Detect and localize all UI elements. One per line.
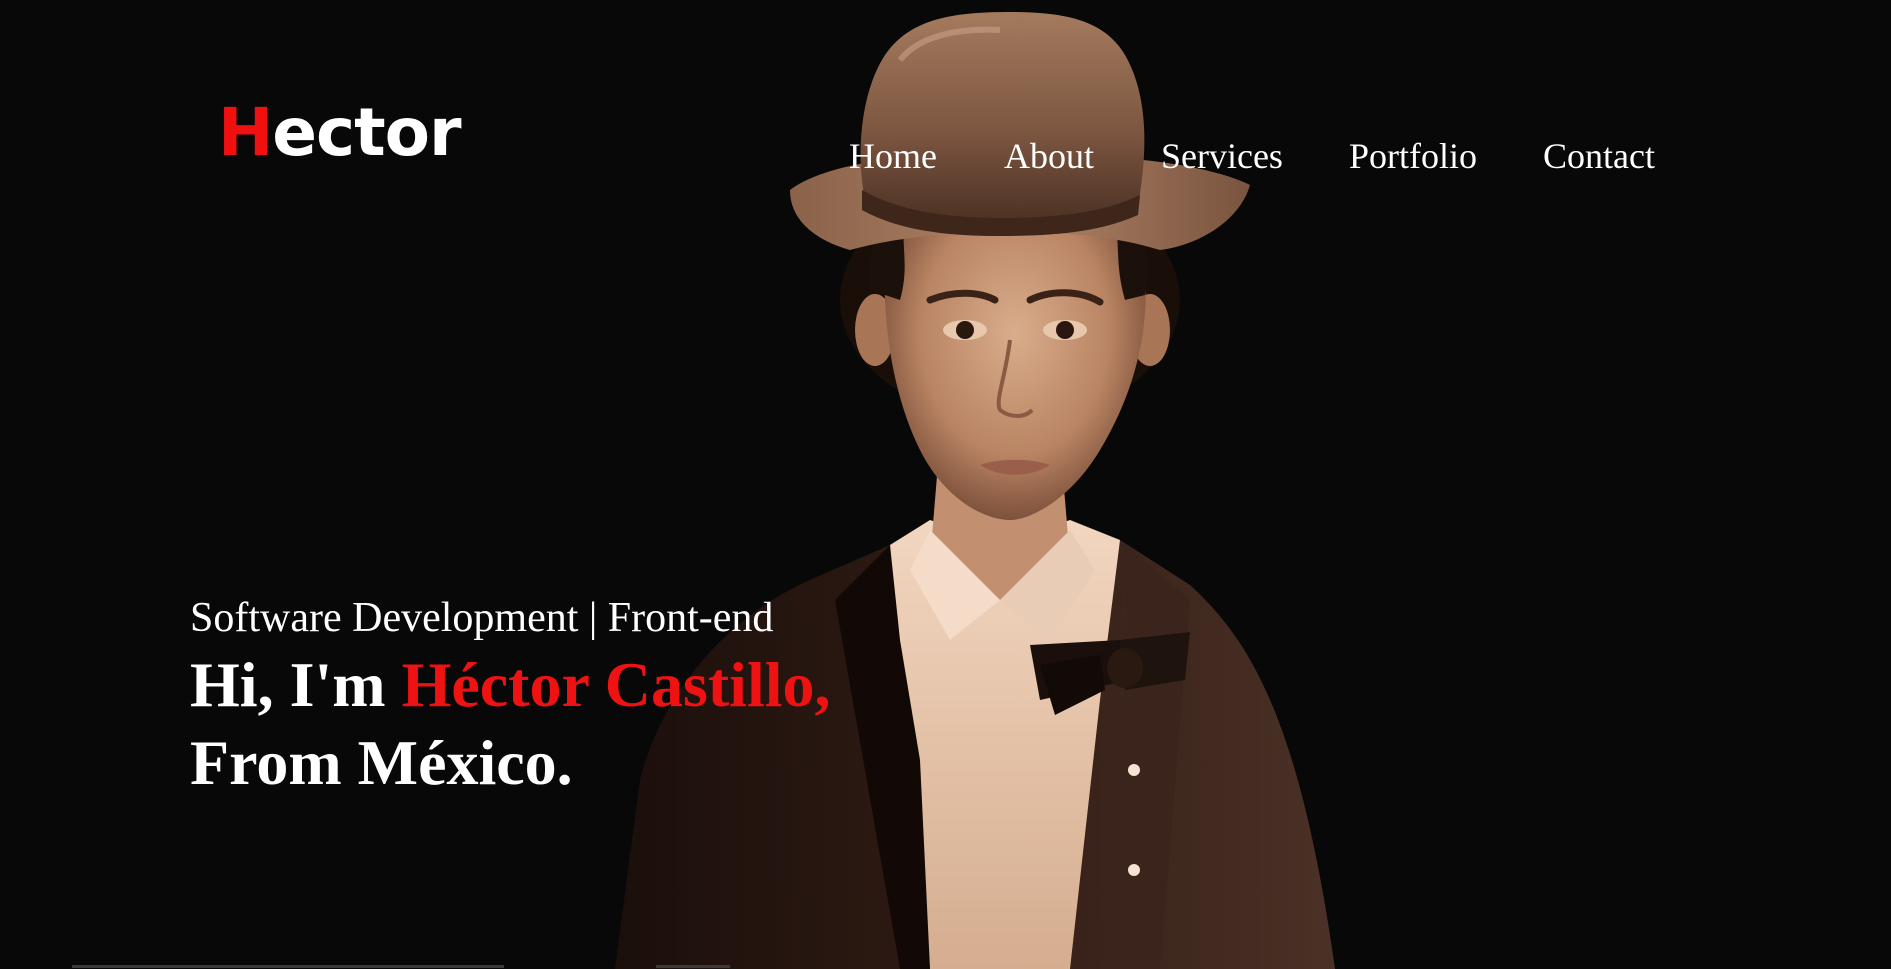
logo-mark: H (218, 94, 273, 171)
nav-link-contact[interactable]: Contact (1543, 133, 1655, 179)
nav-link-about[interactable]: About (1004, 133, 1094, 179)
nav-link-home[interactable]: Home (849, 133, 937, 179)
hero-heading: Hi, I'm Héctor Castillo, From México. (190, 646, 831, 802)
main-nav: Home About Services Portfolio Contact (849, 133, 1655, 179)
hero-origin: From México. (190, 727, 573, 798)
hero-greeting: Hi, I'm (190, 649, 402, 720)
hero-name: Héctor Castillo, (401, 649, 831, 720)
hero-section: Software Development | Front-end Hi, I'm… (190, 592, 831, 802)
nav-link-portfolio[interactable]: Portfolio (1349, 133, 1477, 179)
logo-text: ector (272, 94, 461, 171)
hero-subtitle: Software Development | Front-end (190, 595, 774, 641)
bottom-divider-segment (656, 965, 730, 968)
page: Hector Home About Services Portfolio Con… (0, 0, 1891, 969)
site-logo[interactable]: Hector (218, 98, 462, 168)
nav-link-services[interactable]: Services (1161, 133, 1283, 179)
bottom-divider (72, 965, 504, 968)
